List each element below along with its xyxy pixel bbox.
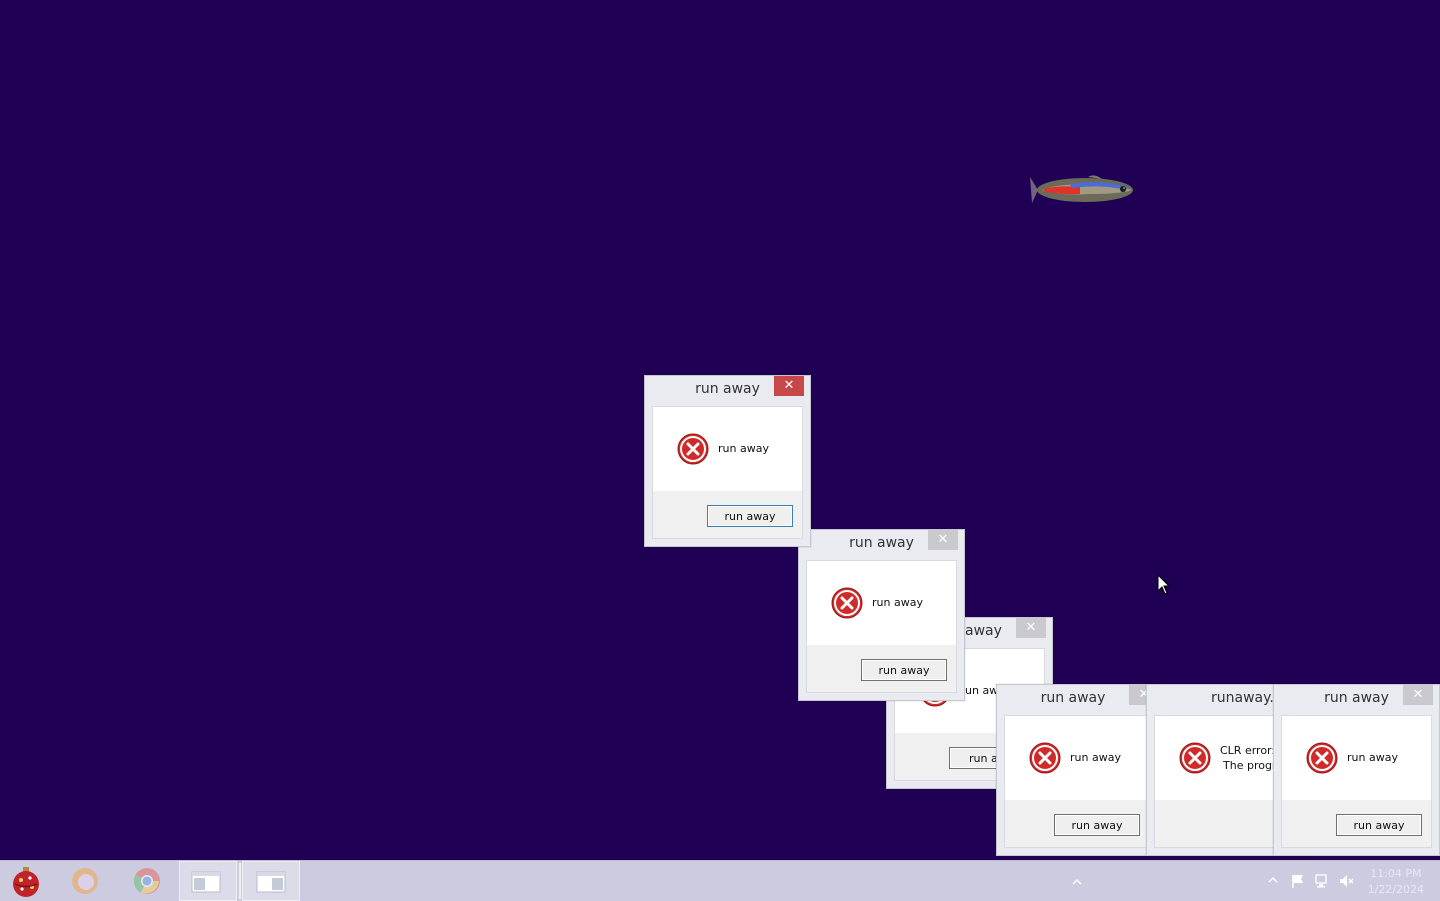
chevron-up-icon[interactable] (1266, 873, 1280, 887)
error-dialog[interactable]: run away ✕ run away run away (996, 684, 1158, 856)
ornament-icon[interactable] (10, 865, 42, 897)
speaker-muted-icon[interactable] (1338, 873, 1354, 889)
dialog-content: run away (1005, 716, 1149, 800)
taskbar: 11:04 PM 1/22/2024 (0, 860, 1440, 901)
clock-time: 11:04 PM (1370, 867, 1422, 880)
dialog-message: CLR error: The progr (1220, 743, 1276, 773)
error-dialog[interactable]: run away ✕ run away run away (798, 529, 965, 701)
close-button[interactable]: ✕ (1016, 618, 1046, 638)
window-icon (191, 871, 221, 893)
error-icon (1306, 742, 1338, 774)
dialog-content: run away (653, 407, 802, 491)
error-icon (1029, 742, 1061, 774)
taskbar-app-window[interactable] (242, 861, 300, 901)
mouse-cursor-icon (1157, 574, 1171, 595)
dialog-body: run away run away (652, 406, 803, 539)
title-bar[interactable]: run away ✕ (1274, 685, 1439, 713)
close-button[interactable]: ✕ (928, 530, 958, 550)
dialog-body: run away run away (1004, 715, 1150, 848)
dialog-title: runaway.e (1211, 690, 1283, 706)
close-button[interactable]: ✕ (774, 376, 804, 396)
dialog-message: run away (718, 442, 769, 455)
dialog-title: away (965, 623, 1002, 639)
dialog-message-line2: The progr (1223, 759, 1277, 772)
flag-icon[interactable] (1290, 873, 1306, 889)
dialog-message: run away (1347, 751, 1398, 764)
error-dialog[interactable]: run away ✕ run away run away (1273, 684, 1440, 856)
error-icon (677, 433, 709, 465)
dialog-body: run away run away (1281, 715, 1432, 848)
network-icon[interactable] (1314, 873, 1330, 889)
error-icon (1179, 742, 1211, 774)
dialog-body: run away run away (806, 560, 957, 693)
chevron-up-icon[interactable] (1070, 875, 1084, 889)
clock-date: 1/22/2024 (1367, 883, 1424, 896)
clock[interactable]: 11:04 PM 1/22/2024 (1368, 866, 1424, 898)
title-bar[interactable]: run away ✕ (997, 685, 1157, 713)
title-bar[interactable]: run away ✕ (799, 530, 964, 558)
dialog-message: run away (1070, 751, 1121, 764)
dialog-message: run away (872, 596, 923, 609)
error-dialog[interactable]: run away ✕ run away run away (644, 375, 811, 547)
run-away-button[interactable]: run away (1336, 814, 1422, 836)
dialog-content: run away (1282, 716, 1431, 800)
title-bar[interactable]: run away ✕ (645, 376, 810, 404)
close-button[interactable]: ✕ (1403, 685, 1433, 705)
firefox-icon[interactable] (69, 865, 101, 897)
desktop: run away ✕ run away run away run away ✕ (0, 0, 1440, 860)
fish-icon (1030, 175, 1133, 203)
dialog-content: run away (807, 561, 956, 645)
dialog-message: un aw (965, 684, 999, 697)
run-away-button[interactable]: run away (1054, 814, 1140, 836)
run-away-button[interactable]: run away (707, 505, 793, 527)
dialog-message-line1: CLR error: (1220, 744, 1276, 757)
run-away-button[interactable]: run away (861, 659, 947, 681)
taskbar-separator (239, 863, 241, 899)
window-icon (256, 871, 286, 893)
chrome-icon[interactable] (131, 865, 163, 897)
error-icon (831, 587, 863, 619)
taskbar-app-window[interactable] (179, 861, 237, 901)
dialog-title: run away (1040, 690, 1106, 706)
